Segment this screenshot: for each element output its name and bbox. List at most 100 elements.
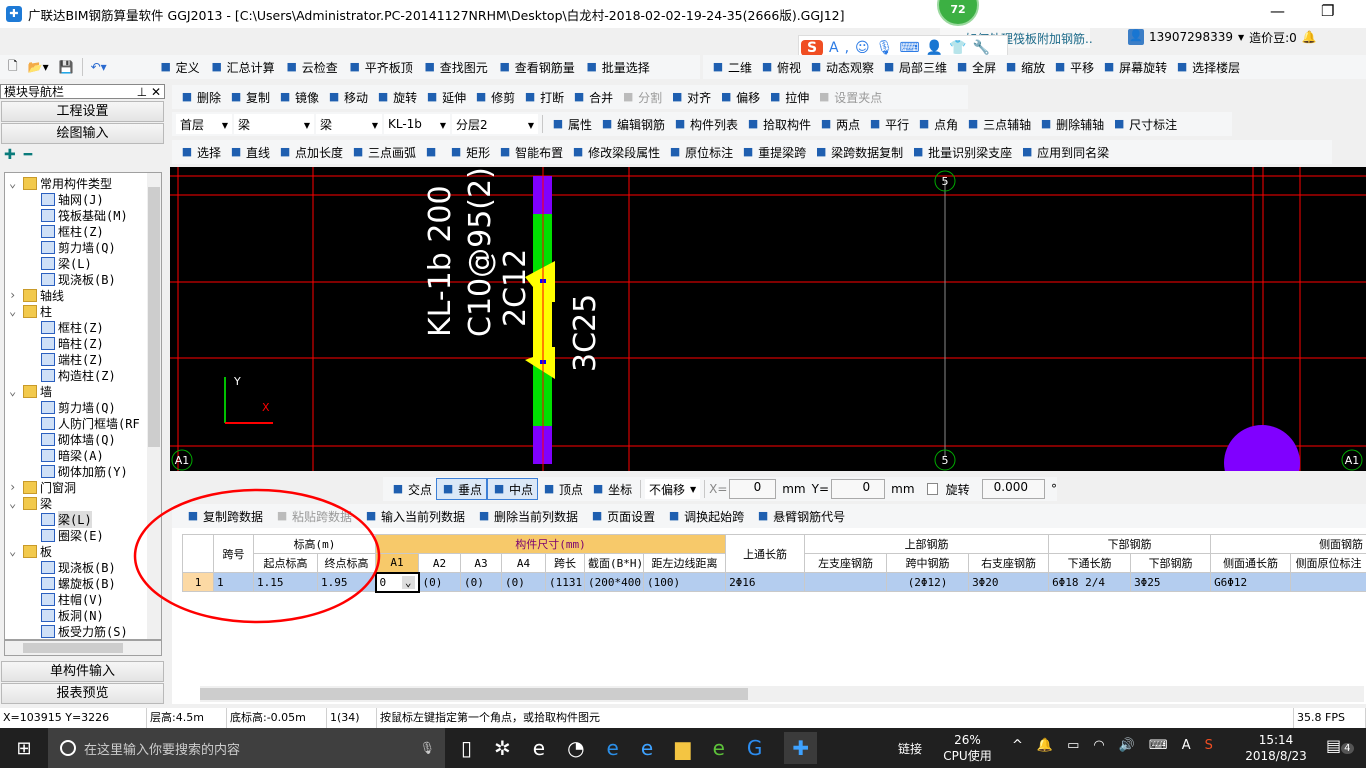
view-button-1[interactable]: ■ 俯视	[756, 56, 805, 78]
mic-icon[interactable]: 🎙	[420, 741, 435, 755]
skin-icon[interactable]: 👕	[949, 40, 966, 56]
task-view-icon[interactable]: ▯	[461, 736, 472, 760]
drawing-canvas[interactable]: KL-1b 200 C10@95(2) 2C12 3C25 A1 5 5 A1 Y …	[170, 167, 1366, 471]
keyboard-icon[interactable]: ⌨	[1149, 738, 1168, 753]
table-hscrollbar[interactable]	[200, 686, 1364, 702]
cell-len[interactable]: (1131)	[545, 572, 585, 592]
main-button-6[interactable]: ■ 批量选择	[581, 56, 654, 78]
sogou-icon[interactable]: S	[1205, 738, 1213, 753]
tree-item[interactable]: 现浇板(B)	[41, 271, 116, 287]
volume-icon[interactable]: 🔊	[1119, 738, 1135, 753]
restore-button[interactable]: ❐	[1321, 2, 1334, 20]
tree-folder[interactable]: ⌄ 柱	[9, 303, 52, 319]
draw-button-7[interactable]: ■ 修改梁段属性	[567, 141, 664, 163]
nav-report-preview[interactable]: 报表预览	[1, 683, 164, 704]
chevron-down-icon[interactable]: ⌄	[9, 304, 23, 318]
tree-item[interactable]: 暗梁(A)	[41, 447, 104, 463]
comp-button-0[interactable]: ■ 属性	[547, 113, 596, 135]
cell-bot_through[interactable]: 6Φ18 2/4	[1048, 572, 1132, 592]
draw-button-5[interactable]: ■ 矩形	[445, 141, 494, 163]
edit-button-5[interactable]: ■ 延伸	[421, 86, 470, 108]
notification-bell-icon[interactable]: 🔔	[1037, 738, 1053, 753]
chevron-right-icon[interactable]: ›	[9, 480, 23, 494]
battery-icon[interactable]: ▭	[1067, 738, 1079, 753]
chevron-down-icon[interactable]: ⌄	[9, 176, 23, 190]
emoji-icon[interactable]: ☺	[855, 40, 870, 56]
draw-button-3[interactable]: ■ 三点画弧	[347, 141, 420, 163]
comp-button-8[interactable]: ■ 删除辅轴	[1035, 113, 1108, 135]
view-button-3[interactable]: ■ 局部三维	[878, 56, 951, 78]
table-button-4[interactable]: ■ 页面设置	[586, 505, 659, 527]
tree-item[interactable]: 剪力墙(Q)	[41, 399, 116, 415]
snap-button-1[interactable]: ■ 垂点	[436, 478, 488, 500]
bell-icon[interactable]: 🔔	[1302, 30, 1317, 44]
ie-icon[interactable]: e	[641, 736, 653, 760]
cell-top_through[interactable]: 2Φ16	[725, 572, 806, 592]
cell-right[interactable]: 3Φ20	[968, 572, 1050, 592]
user-phone[interactable]: 13907298339	[1149, 30, 1233, 44]
fan-app-icon[interactable]: ✲	[494, 736, 511, 760]
tree-folder[interactable]: ⌄ 板	[9, 543, 52, 559]
cell-sec[interactable]: (200*400)	[584, 572, 644, 592]
new-file-icon[interactable]: 🗋	[4, 56, 22, 78]
edit-button-6[interactable]: ■ 修剪	[470, 86, 519, 108]
ie-gray-icon[interactable]: e	[533, 736, 545, 760]
selector-2[interactable]: 梁 ▼	[316, 114, 382, 134]
tree-item[interactable]: 构造柱(Z)	[41, 367, 116, 383]
rotate-checkbox[interactable]	[926, 483, 938, 495]
cell-side_in[interactable]	[1290, 572, 1366, 592]
cell-dist[interactable]: (100)	[642, 572, 727, 592]
main-button-4[interactable]: ■ 查找图元	[419, 56, 492, 78]
app-bell-icon[interactable]: ◔	[567, 736, 584, 760]
cell-a2[interactable]: (0)	[418, 572, 461, 592]
table-button-5[interactable]: ■ 调换起始跨	[663, 505, 748, 527]
tree-folder[interactable]: ⌄ 墙	[9, 383, 52, 399]
tree-item[interactable]: 轴网(J)	[41, 191, 104, 207]
draw-button-6[interactable]: ■ 智能布置	[494, 141, 567, 163]
draw-button-0[interactable]: ■ 选择	[176, 141, 225, 163]
comp-button-7[interactable]: ■ 三点辅轴	[962, 113, 1035, 135]
tree-folder[interactable]: ⌄ 梁	[9, 495, 52, 511]
tree-folder[interactable]: › 门窗洞	[9, 479, 76, 495]
close-panel-icon[interactable]: ✕	[151, 85, 161, 99]
tree-item[interactable]: 剪力墙(Q)	[41, 239, 116, 255]
draw-button-8[interactable]: ■ 原位标注	[664, 141, 737, 163]
draw-button-11[interactable]: ■ 批量识别梁支座	[907, 141, 1016, 163]
tree-item[interactable]: 螺旋板(B)	[41, 575, 116, 591]
chevron-down-icon[interactable]: ⌄	[9, 544, 23, 558]
tree-item[interactable]: 圈梁(E)	[41, 527, 104, 543]
edit-button-12[interactable]: ■ 拉伸	[764, 86, 813, 108]
punct-icon[interactable]: ,	[845, 40, 849, 56]
draw-button-2[interactable]: ■ 点加长度	[274, 141, 347, 163]
table-button-3[interactable]: ■ 删除当前列数据	[473, 505, 582, 527]
edit-button-7[interactable]: ■ 打断	[519, 86, 568, 108]
comp-button-6[interactable]: ■ 点角	[913, 113, 962, 135]
comp-button-9[interactable]: ■ 尺寸标注	[1108, 113, 1181, 135]
x-input[interactable]: 0	[729, 479, 777, 499]
view-button-4[interactable]: ■ 全屏	[951, 56, 1000, 78]
offset-select[interactable]: 不偏移 ▼	[644, 479, 701, 499]
chevron-up-icon[interactable]: ^	[1012, 738, 1023, 753]
table-button-6[interactable]: ■ 悬臂钢筋代号	[752, 505, 849, 527]
selector-0[interactable]: 首层 ▼	[176, 114, 232, 134]
edit-button-8[interactable]: ■ 合并	[568, 86, 617, 108]
snap-button-4[interactable]: ■ 坐标	[587, 478, 636, 500]
comp-button-4[interactable]: ■ 两点	[815, 113, 864, 135]
tree-item[interactable]: 框柱(Z)	[41, 223, 104, 239]
open-folder-icon[interactable]: 📂▾	[24, 56, 53, 78]
draw-button-10[interactable]: ■ 梁跨数据复制	[810, 141, 907, 163]
user-area[interactable]: 👤 13907298339 ▼ 造价豆:0 🔔	[1128, 26, 1317, 48]
tree-item[interactable]: 柱帽(V)	[41, 591, 104, 607]
tree-folder[interactable]: › 轴线	[9, 287, 64, 303]
tree-item[interactable]: 暗柱(Z)	[41, 335, 104, 351]
tree-item[interactable]: 板受力筋(S)	[41, 623, 128, 639]
cell-a4[interactable]: (0)	[501, 572, 546, 592]
tree-item[interactable]: 砌体加筋(Y)	[41, 463, 128, 479]
tree-item[interactable]: 框柱(Z)	[41, 319, 104, 335]
glodon-g-icon[interactable]: G	[747, 736, 763, 760]
tree-hscrollbar[interactable]	[4, 640, 162, 656]
edit-button-3[interactable]: ■ 移动	[323, 86, 372, 108]
cell-bot[interactable]: 3Φ25	[1130, 572, 1212, 592]
chevron-down-icon[interactable]: ⌄	[401, 575, 415, 589]
wifi-icon[interactable]: ◠	[1093, 738, 1104, 753]
